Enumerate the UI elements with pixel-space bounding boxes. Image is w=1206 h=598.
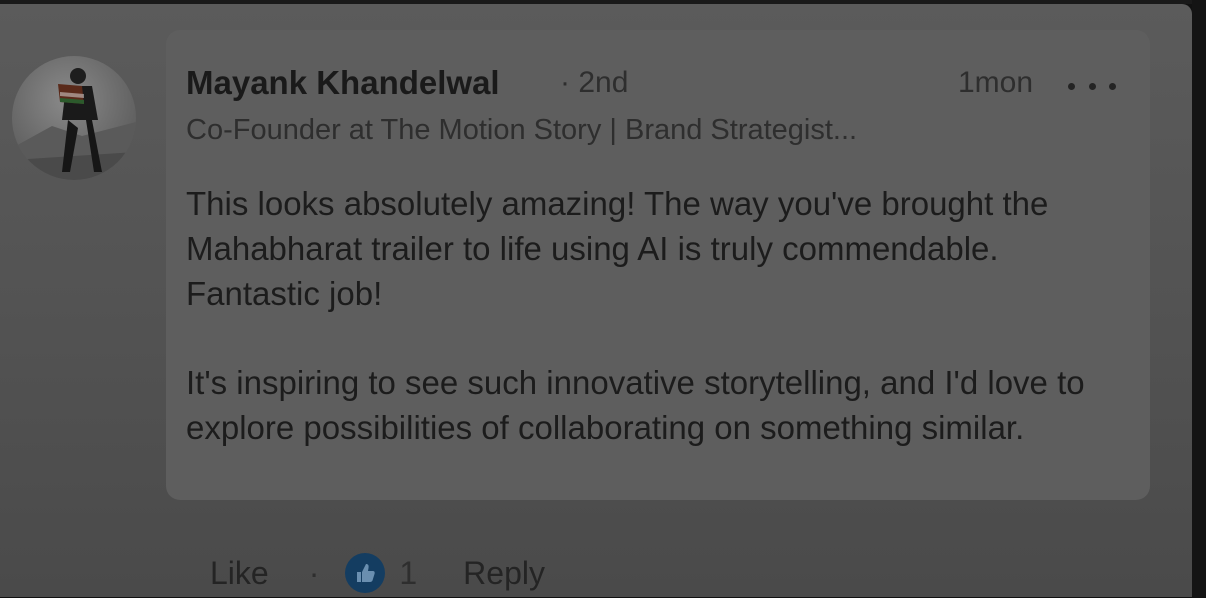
author-name[interactable]: Mayank Khandelwal (186, 64, 500, 102)
action-separator: · (308, 554, 320, 591)
more-options-icon[interactable] (1068, 76, 1116, 96)
comment-timestamp: 1mon (958, 66, 1034, 99)
comment-actions: Like · 1 Reply (210, 548, 545, 598)
thumbs-up-icon (357, 564, 376, 582)
like-reaction-icon[interactable] (345, 553, 386, 593)
reply-button[interactable]: Reply (463, 555, 545, 592)
right-edge (1192, 0, 1206, 597)
dot (1109, 82, 1116, 90)
dot (1068, 82, 1075, 90)
comment-text-paragraph: This looks absolutely amazing! The way y… (186, 185, 1049, 312)
comment-text-paragraph: It's inspiring to see such innovative st… (186, 364, 1085, 446)
connection-degree: · 2nd (560, 66, 629, 99)
reaction-count: 1 (399, 554, 418, 591)
author-headline: Co-Founder at The Motion Story | Brand S… (186, 114, 858, 146)
dot (1088, 82, 1096, 90)
like-button[interactable]: Like (210, 555, 269, 592)
profile-photo-icon (12, 68, 136, 180)
avatar[interactable] (12, 56, 136, 180)
